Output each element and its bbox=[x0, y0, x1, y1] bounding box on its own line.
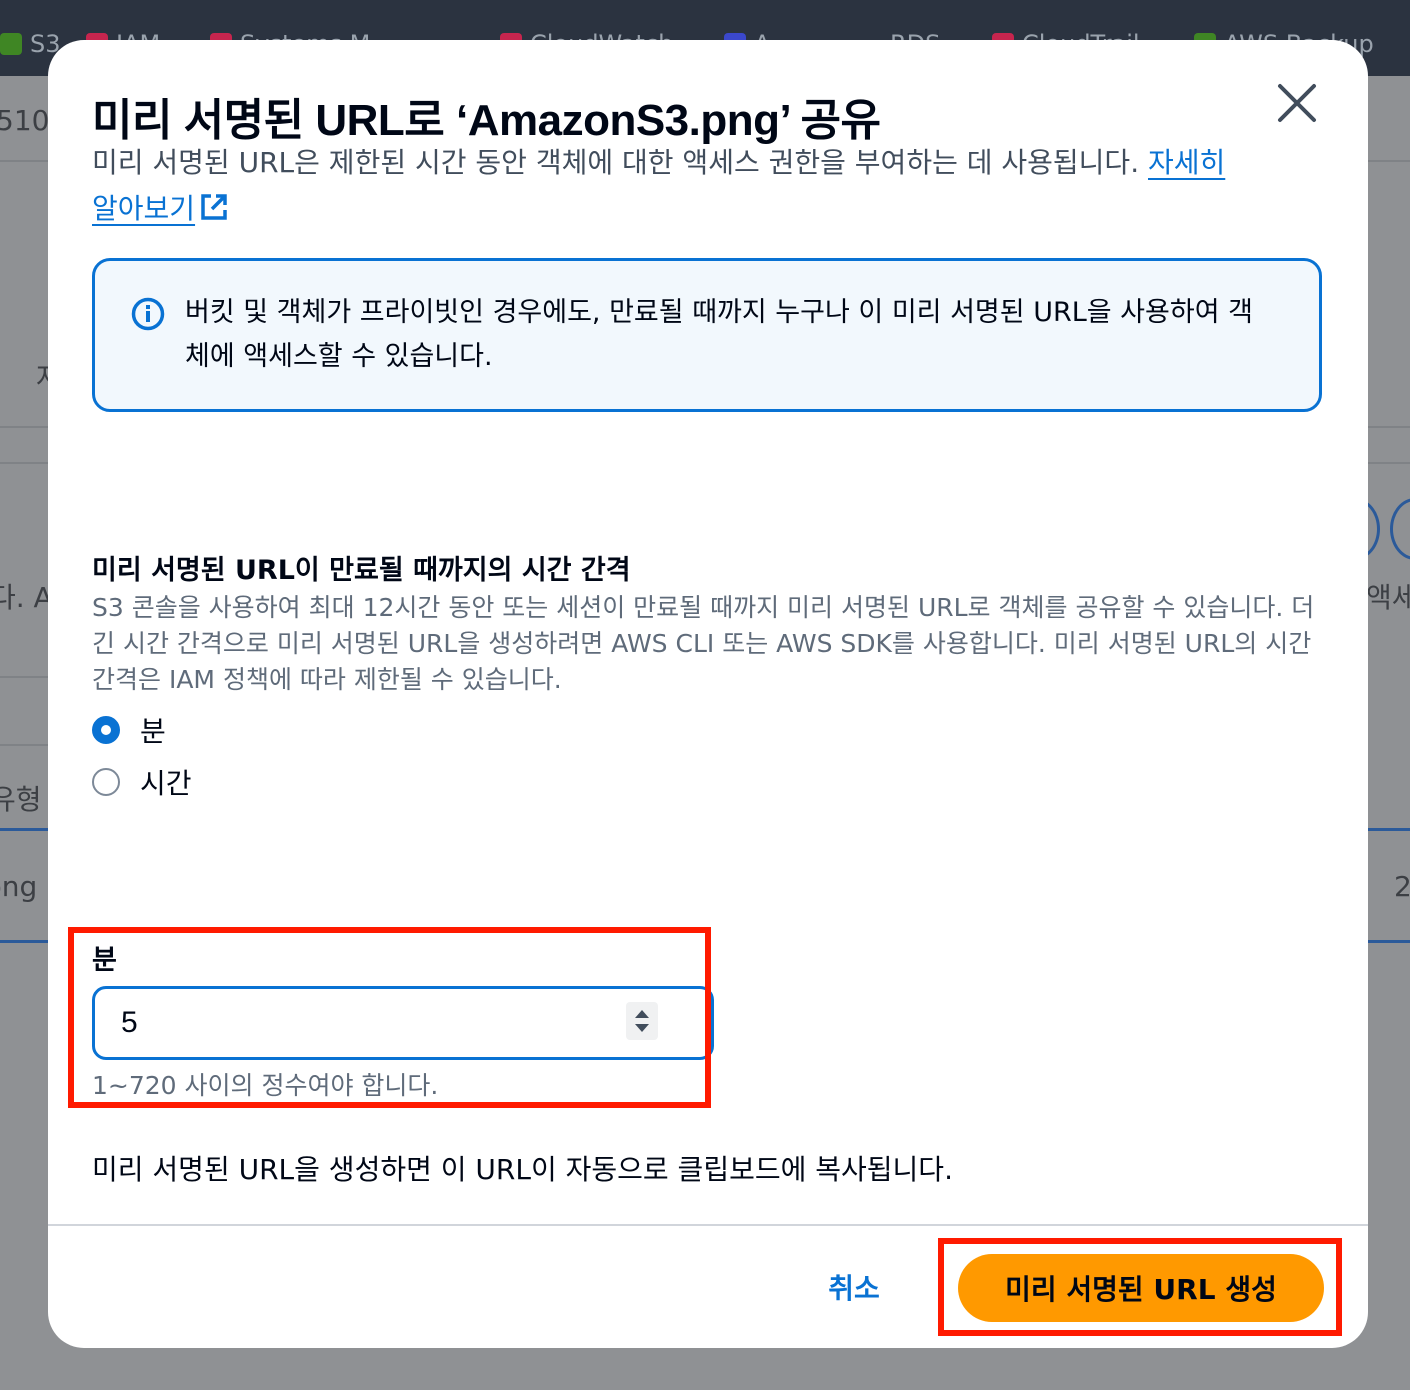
highlight-box-minutes-field bbox=[68, 927, 711, 1108]
bg-table-border bbox=[0, 940, 48, 943]
alert-text: 버킷 및 객체가 프라이빗인 경우에도, 만료될 때까지 누구나 이 미리 서명… bbox=[185, 297, 1253, 372]
clipboard-note: 미리 서명된 URL을 생성하면 이 URL이 자동으로 클립보드에 복사됩니다… bbox=[92, 1153, 953, 1186]
bg-table-border bbox=[0, 828, 48, 831]
footer-divider bbox=[48, 1224, 1368, 1226]
highlight-box-create-button bbox=[938, 1238, 1342, 1336]
radio-label: 분 bbox=[140, 715, 166, 748]
bg-divider bbox=[0, 744, 48, 746]
bg-fragment: 유형 bbox=[0, 783, 42, 816]
bg-circle-button bbox=[1390, 498, 1410, 560]
interval-label: 미리 서명된 URL이 만료될 때까지의 시간 간격 bbox=[92, 555, 631, 586]
description-text: 미리 서명된 URL은 제한된 시간 동안 객체에 대한 액세스 권한을 부여하… bbox=[92, 146, 1148, 179]
bg-divider bbox=[1368, 426, 1410, 428]
cancel-button[interactable]: 취소 bbox=[804, 1262, 904, 1312]
external-link-icon bbox=[201, 194, 227, 220]
bg-fragment: png bbox=[0, 870, 38, 903]
bg-divider bbox=[1368, 160, 1410, 162]
info-icon bbox=[131, 297, 165, 331]
bg-fragment: 2 bbox=[1394, 870, 1410, 903]
presigned-url-modal: 미리 서명된 URL로 ‘AmazonS3.png’ 공유 미리 서명된 URL… bbox=[48, 40, 1368, 1348]
radio-label: 시간 bbox=[140, 767, 192, 800]
bg-fragment: 510 bbox=[0, 104, 50, 137]
radio-selected-icon bbox=[92, 716, 120, 744]
bg-fragment: 액세 bbox=[1366, 581, 1410, 614]
bg-table-border bbox=[1368, 828, 1410, 831]
bg-divider bbox=[0, 426, 48, 428]
bg-divider bbox=[0, 462, 48, 464]
bg-divider bbox=[0, 676, 48, 678]
bg-fragment: 다. A bbox=[0, 581, 53, 614]
close-button[interactable] bbox=[1272, 78, 1322, 128]
interval-description: S3 콘솔을 사용하여 최대 12시간 동안 또는 세션이 만료될 때까지 미리… bbox=[92, 593, 1315, 694]
s3-icon bbox=[0, 33, 22, 55]
bg-divider bbox=[0, 160, 48, 162]
modal-description: 미리 서명된 URL은 제한된 시간 동안 객체에 대한 액세스 권한을 부여하… bbox=[92, 140, 1242, 232]
radio-hours[interactable]: 시간 bbox=[92, 762, 192, 802]
close-icon bbox=[1278, 84, 1316, 122]
info-alert: 버킷 및 객체가 프라이빗인 경우에도, 만료될 때까지 누구나 이 미리 서명… bbox=[92, 258, 1322, 412]
radio-minutes[interactable]: 분 bbox=[92, 710, 166, 750]
bg-divider bbox=[1368, 462, 1410, 464]
bg-table-border bbox=[1368, 940, 1410, 943]
modal-title: 미리 서명된 URL로 ‘AmazonS3.png’ 공유 bbox=[92, 96, 881, 145]
favorite-s3[interactable]: S3 bbox=[0, 30, 61, 58]
radio-unselected-icon bbox=[92, 768, 120, 796]
